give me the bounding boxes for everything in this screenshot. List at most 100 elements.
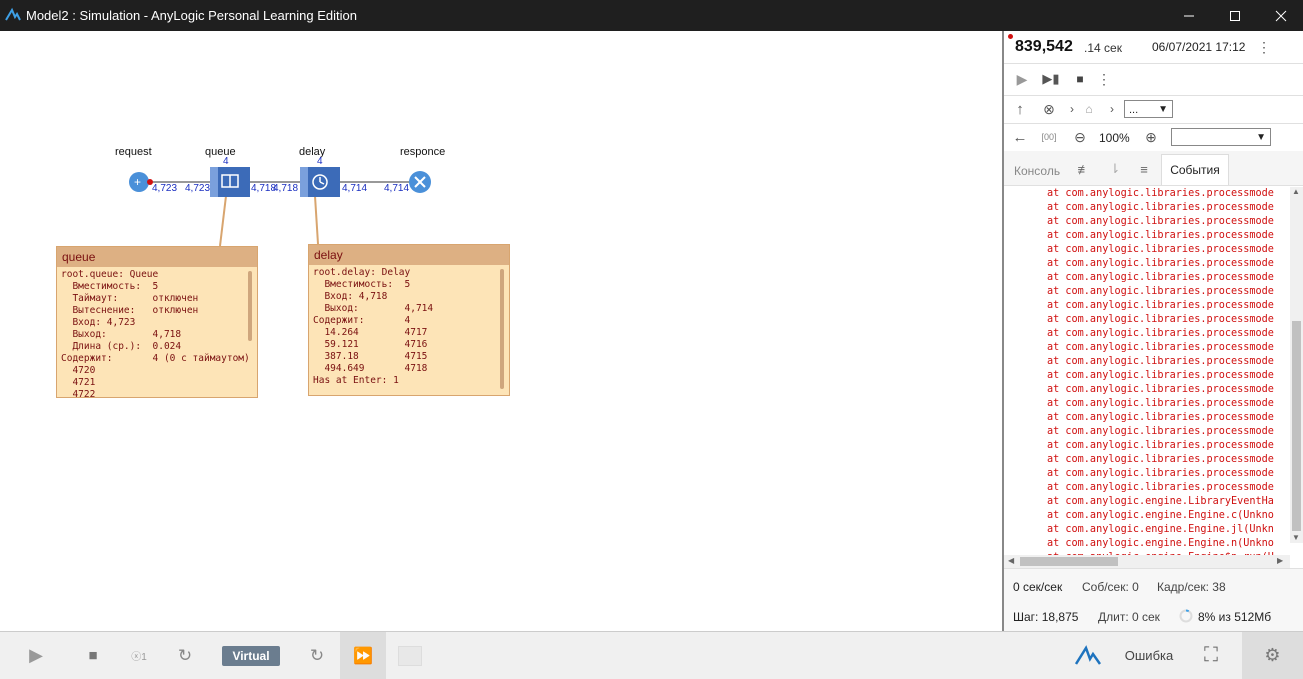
inspect-line: Вход: 4,723 — [61, 317, 136, 328]
console-line: at com.anylogic.libraries.processmode — [1047, 426, 1274, 437]
queue-block-icon — [210, 167, 250, 197]
block-label-request: request — [115, 146, 152, 158]
inspect-line: Таймаут: отключен — [61, 293, 199, 304]
delay-out-count: 4,714 — [342, 183, 368, 194]
inspect-line: 387.18 4715 — [313, 351, 428, 362]
console-line: at com.anylogic.libraries.processmode — [1047, 398, 1274, 409]
console-line: at com.anylogic.libraries.processmode — [1047, 342, 1274, 353]
developer-panel: 839,542 .14 сек 06/07/2021 17:12 ⋮ ▶ ▶▮ … — [1002, 31, 1303, 632]
console-line: at com.anylogic.libraries.processmode — [1047, 202, 1274, 213]
inspect-title[interactable]: queue — [57, 247, 257, 267]
inspect-line: root.delay: Delay — [313, 267, 411, 278]
scrollbar-thumb[interactable] — [1020, 557, 1118, 566]
model-date: 06/07/2021 17:12 — [1152, 40, 1246, 54]
zoom-in-icon[interactable]: ⊕ — [1141, 127, 1161, 147]
console-line: at com.anylogic.libraries.processmode — [1047, 286, 1274, 297]
model-time-unit: .14 сек — [1084, 41, 1122, 55]
word-wrap-icon[interactable]: ≡ — [1134, 159, 1154, 179]
scroll-down-icon[interactable]: ▼ — [1292, 533, 1300, 542]
inspect-line: 59.121 4716 — [313, 339, 428, 350]
speed-stat: 0 сек/сек — [1013, 580, 1063, 594]
scroll-lock-icon[interactable]: ⇂ — [1105, 159, 1125, 179]
console-output[interactable]: at com.anylogic.libraries.processmode at … — [1004, 187, 1292, 555]
console-line: at com.anylogic.libraries.processmode — [1047, 314, 1274, 325]
block-label-responce: responce — [400, 146, 446, 158]
time-row: 839,542 .14 сек 06/07/2021 17:12 ⋮ — [1004, 31, 1303, 64]
inspect-line: 4720 — [61, 365, 96, 376]
inspect-line: Выход: 4,718 — [61, 329, 182, 340]
fullscreen-icon[interactable]: ⛶ — [1196, 632, 1226, 679]
inspect-line: Вместимость: 5 — [313, 279, 411, 290]
svg-text:+: + — [134, 175, 141, 189]
settings-gear-icon[interactable]: ⚙ — [1242, 632, 1303, 679]
inspect-line: 494.649 4718 — [313, 363, 428, 374]
cancel-circle-icon[interactable]: ⊗ — [1039, 99, 1059, 119]
zoom-fit-icon[interactable]: [00] — [1039, 127, 1059, 147]
maximize-icon[interactable] — [1212, 0, 1258, 31]
inspect-scrollbar[interactable] — [248, 271, 252, 341]
scroll-up-icon[interactable]: ▲ — [1292, 187, 1300, 196]
up-arrow-icon[interactable]: ↑ — [1010, 99, 1030, 119]
responce-in-count: 4,714 — [384, 183, 410, 194]
zoom-row: ← [00] ⊖ 100% ⊕ ▼ — [1004, 123, 1303, 152]
inspect-title[interactable]: delay — [309, 245, 509, 265]
toggle-square-icon[interactable] — [398, 632, 422, 679]
console-line: at com.anylogic.libraries.processmode — [1047, 384, 1274, 395]
queue-inspect-window[interactable]: queue root.queue: Queue Вместимость: 5 Т… — [56, 246, 258, 398]
queue-count: 4 — [223, 156, 229, 167]
more-icon[interactable]: ⋮ — [1096, 69, 1112, 89]
slow-down-icon[interactable]: ↻ — [170, 632, 200, 679]
delay-block-icon — [300, 167, 340, 197]
console-line: at com.anylogic.libraries.processmode — [1047, 300, 1274, 311]
speed-x1-icon[interactable]: ⓧ1 — [124, 632, 154, 679]
error-status[interactable]: Ошибка — [1120, 632, 1178, 679]
queue-in-count: 4,723 — [185, 183, 211, 194]
delay-in-count: 4,718 — [273, 183, 299, 194]
scrollbar-thumb[interactable] — [1292, 321, 1301, 531]
close-icon[interactable] — [1258, 0, 1303, 31]
console-line: at com.anylogic.libraries.processmode — [1047, 328, 1274, 339]
console-line: at com.anylogic.libraries.processmode — [1047, 468, 1274, 479]
speed-up-icon[interactable]: ↻ — [302, 632, 332, 679]
scroll-right-icon[interactable]: ▶ — [1277, 556, 1283, 565]
model-canvas[interactable]: + request queue delay responce 4 4 4,723… — [0, 31, 1002, 631]
play-icon[interactable]: ▶ — [1012, 69, 1032, 89]
console-line: at com.anylogic.engine.Engine.jl(Unkn — [1047, 524, 1274, 535]
zoom-out-icon[interactable]: ⊖ — [1070, 127, 1090, 147]
anylogic-logo-icon[interactable] — [1073, 632, 1103, 679]
console-line: at com.anylogic.libraries.processmode — [1047, 370, 1274, 381]
events-stat: Соб/сек: 0 — [1082, 580, 1139, 594]
inspect-body: root.queue: Queue Вместимость: 5 Таймаут… — [57, 267, 257, 397]
run-controls-row: ▶ ▶▮ ■ ⋮ — [1004, 63, 1303, 96]
agent-select[interactable]: ... ▼ — [1124, 100, 1173, 118]
model-time: 839,542 — [1015, 38, 1073, 55]
stats-area: 0 сек/сек Соб/сек: 0 Кадр/сек: 38 Шаг: 1… — [1004, 568, 1303, 632]
duration-stat: Длит: 0 сек — [1098, 610, 1160, 624]
run-icon[interactable]: ▶ — [20, 632, 52, 679]
request-out-count: 4,723 — [152, 183, 178, 194]
more-icon[interactable]: ⋮ — [1254, 37, 1274, 57]
tab-events[interactable]: События — [1161, 154, 1229, 185]
console-hscrollbar[interactable]: ◀ ▶ — [1004, 555, 1290, 568]
console-line: at com.anylogic.engine.LibraryEventHa — [1047, 496, 1274, 507]
stop-icon[interactable]: ■ — [78, 632, 108, 679]
clear-console-icon[interactable]: ≢ — [1074, 159, 1094, 179]
virtual-mode-toggle[interactable]: Virtual — [218, 632, 284, 679]
home-icon[interactable]: ⌂ — [1080, 99, 1098, 119]
minimize-icon[interactable] — [1166, 0, 1212, 31]
fast-forward-icon[interactable]: ⏩ — [340, 632, 386, 679]
console-line: at com.anylogic.libraries.processmode — [1047, 244, 1274, 255]
inspect-scrollbar[interactable] — [500, 269, 504, 389]
chevron-right-icon: › — [1070, 102, 1074, 116]
console-vscrollbar[interactable]: ▲ ▼ — [1290, 187, 1303, 543]
view-area-select[interactable]: ▼ — [1171, 128, 1271, 146]
scroll-left-icon[interactable]: ◀ — [1008, 556, 1014, 565]
delay-inspect-window[interactable]: delay root.delay: Delay Вместимость: 5 В… — [308, 244, 510, 396]
inspect-line: Вход: 4,718 — [313, 291, 388, 302]
back-arrow-icon[interactable]: ← — [1010, 127, 1030, 147]
virtual-mode-label: Virtual — [222, 645, 280, 666]
stop-icon[interactable]: ■ — [1070, 69, 1090, 89]
step-icon[interactable]: ▶▮ — [1040, 69, 1062, 89]
tab-console[interactable]: Консоль — [1014, 164, 1060, 178]
navigation-row: ↑ ⊗ › ⌂ › ... ▼ — [1004, 95, 1303, 124]
